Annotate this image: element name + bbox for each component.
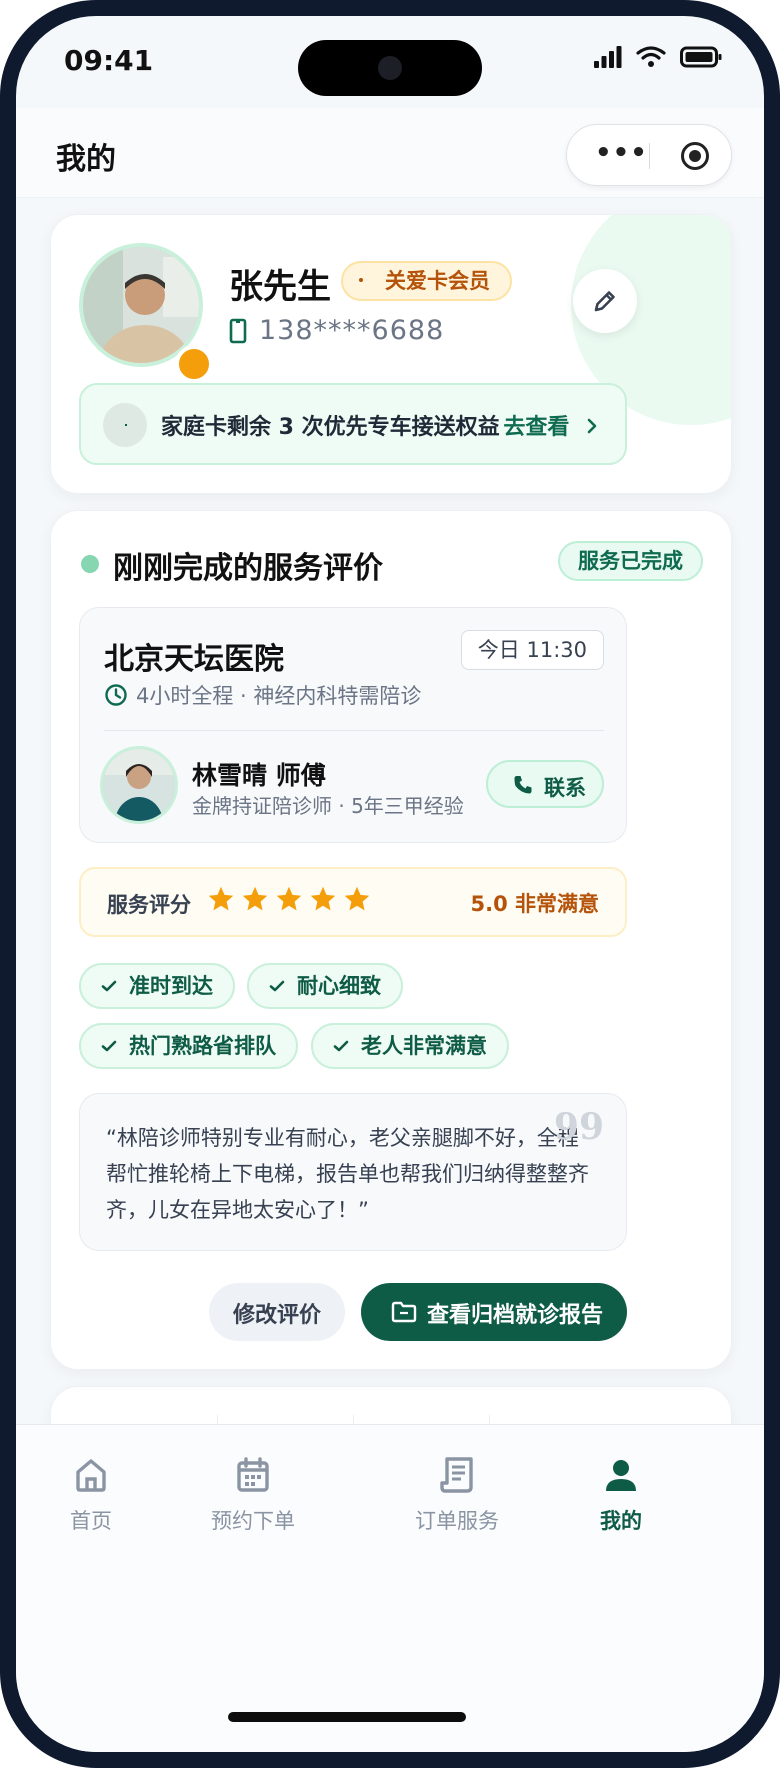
home-icon — [76, 1459, 106, 1492]
status-badge: 服务已完成 — [558, 541, 703, 581]
car-icon — [103, 403, 147, 447]
phone-call-icon — [514, 776, 532, 794]
review-card: 刚刚完成的服务评价 服务已完成 北京天坛医院 今日 11:30 4小时全程 · … — [50, 510, 732, 1370]
divider — [104, 730, 604, 731]
service-detail-row: 4小时全程 · 神经内科特需陪诊 — [104, 680, 421, 710]
tag-label: 老人非常满意 — [361, 1034, 487, 1058]
tab-bar: 首页 预约下单 订单服务 我的 — [16, 1424, 764, 1752]
close-target-icon[interactable] — [681, 142, 709, 170]
device-frame: 09:41 我的 ••• 张先生 关爱卡会员 138****6688 家庭卡剩余… — [0, 0, 780, 1768]
clock-icon — [105, 684, 127, 706]
rating-label: 服务评分 — [107, 893, 191, 917]
review-quote: “林陪诊师特别专业有耐心，老父亲腿脚不好，全程帮忙推轮椅上下电梯，报告单也帮我们… — [106, 1126, 589, 1222]
banner-link-label: 去查看 — [503, 415, 570, 440]
pencil-icon — [594, 291, 615, 312]
family-card-banner[interactable]: 家庭卡剩余 3 次优先专车接送权益 去查看 — [79, 383, 627, 465]
wifi-icon — [636, 46, 666, 67]
banner-text: 家庭卡剩余 3 次优先专车接送权益 — [161, 415, 500, 440]
star-icon[interactable] — [309, 885, 337, 913]
edit-profile-button[interactable] — [573, 269, 637, 333]
tab-booking[interactable]: 预约下单 — [178, 1455, 328, 1535]
contact-button[interactable]: 联系 — [486, 760, 604, 808]
badge-dot-icon — [359, 278, 363, 282]
star-icon[interactable] — [207, 885, 235, 913]
tab-mine[interactable]: 我的 — [546, 1455, 696, 1535]
phone-row: 138****6688 — [229, 315, 444, 346]
status-icons — [594, 46, 722, 68]
navbar: 我的 ••• — [16, 108, 764, 198]
camera-icon — [378, 56, 402, 80]
phone-number: 138****6688 — [259, 315, 445, 346]
user-name: 张先生 — [229, 267, 331, 307]
tab-orders[interactable]: 订单服务 — [382, 1455, 532, 1535]
tab-mine-label: 我的 — [600, 1509, 642, 1533]
receipt-icon — [440, 1457, 473, 1493]
review-tag[interactable]: 热门熟路省排队 — [79, 1023, 298, 1069]
rating-row: 服务评分 5.0 非常满意 — [79, 867, 627, 937]
tab-home[interactable]: 首页 — [16, 1455, 166, 1535]
review-tag[interactable]: 老人非常满意 — [311, 1023, 509, 1069]
review-tag[interactable]: 耐心细致 — [247, 963, 403, 1009]
section-dot-icon — [81, 555, 99, 573]
review-quote-box: “林陪诊师特别专业有耐心，老父亲腿脚不好，全程帮忙推轮椅上下电梯，报告单也帮我们… — [79, 1093, 627, 1251]
banner-link[interactable]: 去查看 — [503, 409, 599, 441]
escort-name: 林雪晴 师傅 — [192, 761, 326, 790]
check-icon — [101, 980, 117, 992]
page-title: 我的 — [56, 142, 116, 177]
user-icon — [606, 1460, 636, 1491]
rating-stars[interactable] — [207, 885, 371, 913]
more-icon[interactable]: ••• — [595, 138, 648, 168]
phone-icon — [229, 318, 247, 343]
tag-label: 准时到达 — [129, 974, 213, 998]
view-report-button[interactable]: 查看归档就诊报告 — [361, 1283, 627, 1341]
tag-label: 耐心细致 — [297, 974, 381, 998]
capsule-divider — [649, 143, 650, 169]
view-report-label: 查看归档就诊报告 — [427, 1303, 604, 1328]
status-time: 09:41 — [64, 44, 154, 77]
tab-orders-label: 订单服务 — [415, 1509, 499, 1533]
escort-avatar[interactable] — [100, 746, 178, 824]
member-badge: 关爱卡会员 — [341, 261, 512, 301]
profile-card: 张先生 关爱卡会员 138****6688 家庭卡剩余 3 次优先专车接送权益 … — [50, 214, 732, 494]
quote-mark-icon: 99 — [553, 1106, 604, 1148]
folder-icon — [391, 1301, 417, 1323]
service-time: 今日 11:30 — [460, 630, 604, 670]
check-icon — [101, 1040, 117, 1052]
tab-home-label: 首页 — [70, 1509, 112, 1533]
escort-detail: 金牌持证陪诊师 · 5年三甲经验 — [192, 794, 464, 818]
signal-icon — [594, 46, 622, 68]
tab-booking-label: 预约下单 — [211, 1509, 295, 1533]
battery-icon — [680, 46, 722, 68]
service-summary[interactable]: 北京天坛医院 今日 11:30 4小时全程 · 神经内科特需陪诊 林雪晴 师傅 … — [79, 607, 627, 843]
check-icon — [269, 980, 285, 992]
calendar-icon — [237, 1457, 269, 1492]
home-indicator — [228, 1712, 466, 1722]
member-badge-label: 关爱卡会员 — [385, 269, 490, 293]
star-icon[interactable] — [275, 885, 303, 913]
tag-label: 热门熟路省排队 — [129, 1034, 276, 1058]
contact-label: 联系 — [544, 776, 586, 800]
modify-review-button[interactable]: 修改评价 — [209, 1283, 345, 1341]
star-icon[interactable] — [343, 885, 371, 913]
check-icon — [333, 1040, 349, 1052]
section-title: 刚刚完成的服务评价 — [113, 551, 383, 586]
rating-value: 5.0 非常满意 — [470, 892, 599, 916]
review-tag[interactable]: 准时到达 — [79, 963, 235, 1009]
avatar-photo — [83, 247, 199, 363]
service-detail: 4小时全程 · 神经内科特需陪诊 — [136, 684, 422, 708]
star-icon[interactable] — [241, 885, 269, 913]
chevron-right-icon — [587, 418, 597, 434]
phone-screen: 09:41 我的 ••• 张先生 关爱卡会员 138****6688 家庭卡剩余… — [16, 16, 764, 1752]
dynamic-island — [298, 40, 482, 96]
escort-photo — [103, 749, 175, 821]
modify-review-label: 修改评价 — [232, 1303, 321, 1328]
avatar-status-badge — [175, 345, 213, 383]
hospital-name: 北京天坛医院 — [104, 642, 284, 677]
mini-program-capsule[interactable]: ••• — [566, 124, 732, 186]
